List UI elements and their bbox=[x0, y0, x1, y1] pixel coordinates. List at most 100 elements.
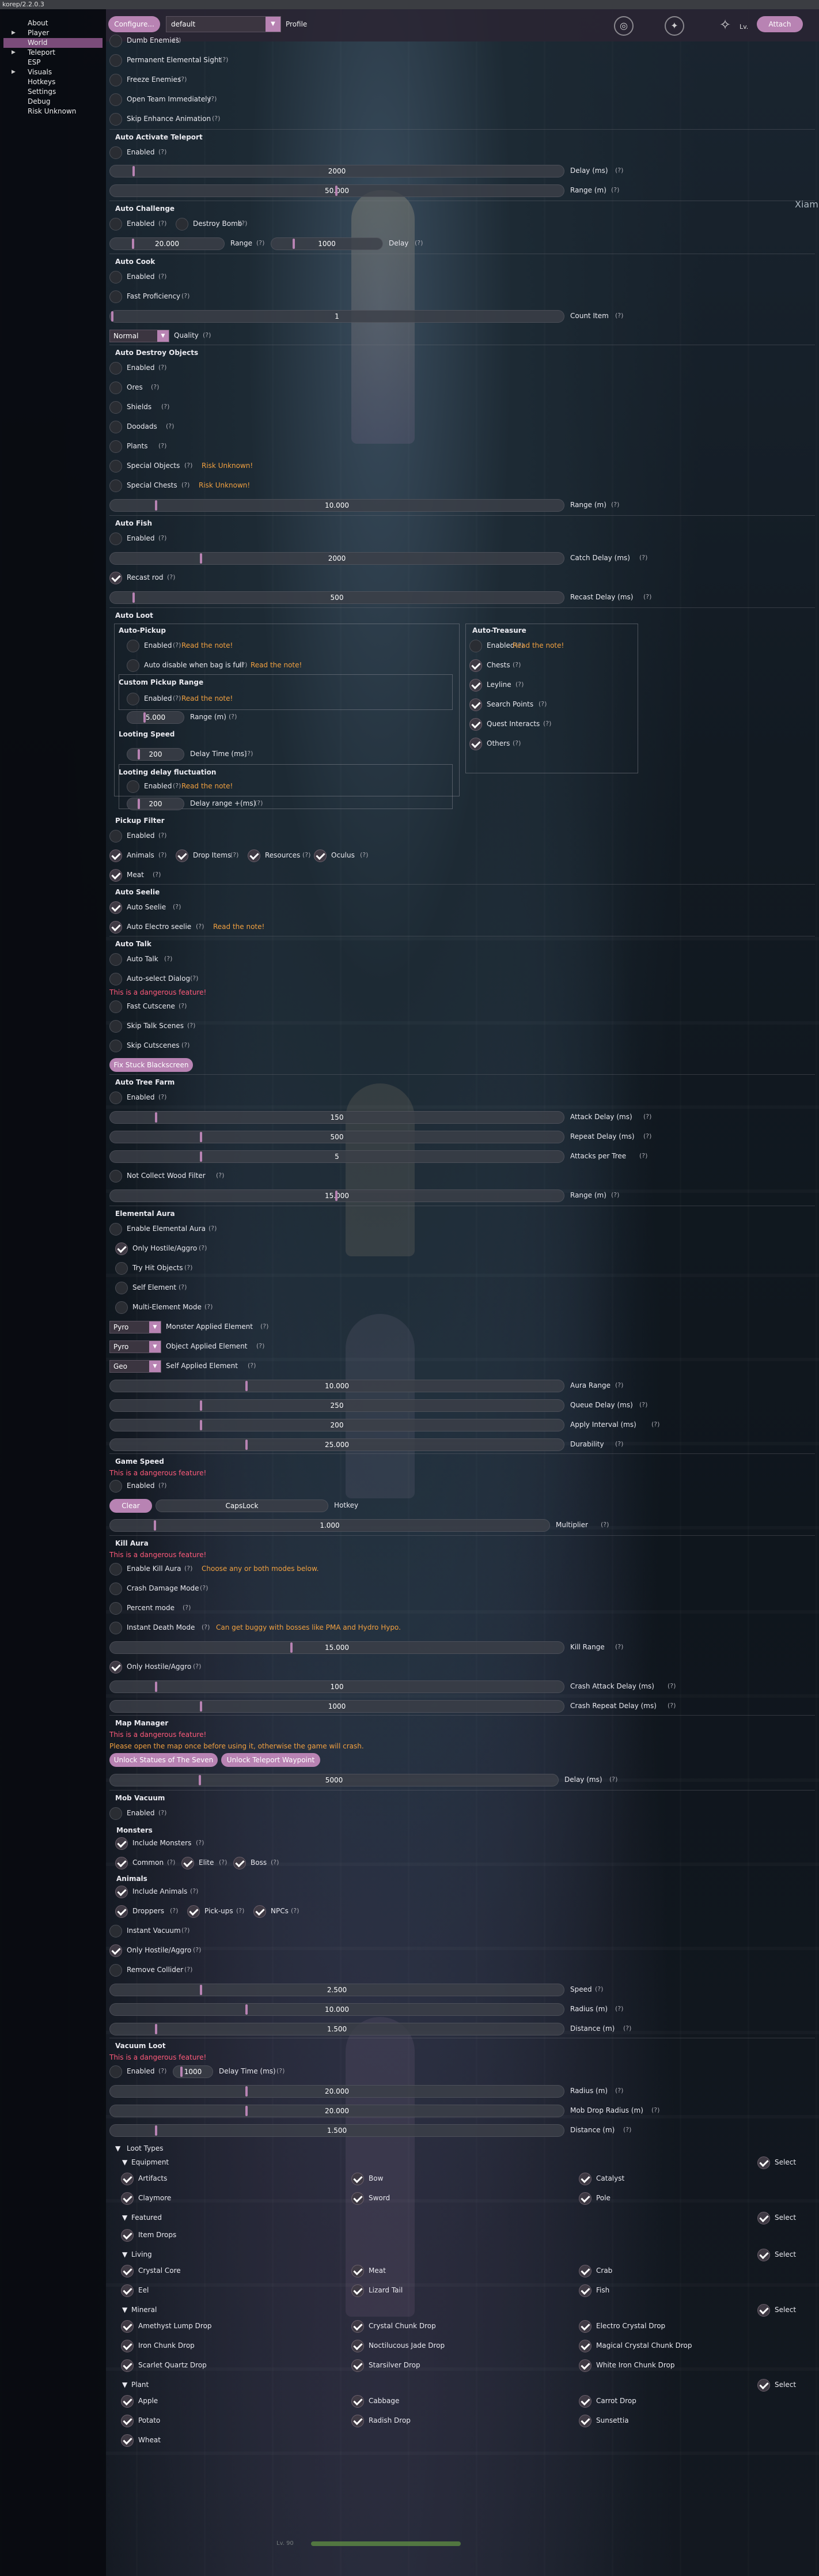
tree-repeat-delay-slider[interactable]: 500 bbox=[109, 1131, 564, 1143]
configure-button[interactable]: Configure... bbox=[108, 16, 160, 32]
help-icon[interactable]: (?) bbox=[543, 720, 551, 727]
slider-thumb[interactable] bbox=[200, 1132, 203, 1142]
sidebar-item-teleport[interactable]: ▶ Teleport bbox=[3, 48, 103, 58]
aura-only-hostile-checkbox[interactable] bbox=[115, 1242, 128, 1255]
help-icon[interactable]: (?) bbox=[164, 955, 172, 962]
slider-thumb[interactable] bbox=[138, 799, 141, 809]
slider-thumb[interactable] bbox=[335, 186, 338, 196]
help-icon[interactable]: (?) bbox=[181, 1927, 189, 1934]
slider-thumb[interactable] bbox=[200, 1151, 203, 1162]
sidebar-item-world[interactable]: World bbox=[3, 38, 103, 48]
help-icon[interactable]: (?) bbox=[639, 1401, 647, 1408]
slider-thumb[interactable] bbox=[245, 2086, 248, 2097]
boss-checkbox[interactable] bbox=[233, 1857, 246, 1869]
vacuum-distance-slider[interactable]: 1.500 bbox=[109, 2023, 564, 2035]
potato-checkbox[interactable] bbox=[121, 2415, 134, 2427]
help-icon[interactable]: (?) bbox=[611, 1191, 619, 1199]
wheat-checkbox[interactable] bbox=[121, 2434, 134, 2447]
slider-thumb[interactable] bbox=[200, 1985, 203, 1995]
help-icon[interactable]: (?) bbox=[203, 331, 211, 339]
slider-thumb[interactable] bbox=[200, 1400, 203, 1411]
fix-blackscreen-button[interactable]: Fix Stuck Blackscreen bbox=[109, 1058, 193, 1072]
help-icon[interactable]: (?) bbox=[167, 573, 175, 581]
include-monsters-checkbox[interactable] bbox=[115, 1837, 128, 1850]
chevron-down-icon[interactable]: ▼ bbox=[122, 2306, 127, 2314]
help-icon[interactable]: (?) bbox=[193, 1946, 201, 1954]
featured-select-checkbox[interactable] bbox=[757, 2212, 770, 2224]
tree-range-slider[interactable]: 15.000 bbox=[109, 1189, 564, 1202]
vacuum-loot-enabled-checkbox[interactable] bbox=[109, 2065, 122, 2078]
slider-thumb[interactable] bbox=[199, 1775, 202, 1785]
slider-thumb[interactable] bbox=[155, 2125, 158, 2136]
others-checkbox[interactable] bbox=[469, 738, 482, 750]
auto-teleport-delay-slider[interactable]: 2000 bbox=[109, 165, 564, 177]
help-icon[interactable]: (?) bbox=[513, 739, 521, 747]
slider-thumb[interactable] bbox=[245, 2106, 248, 2116]
help-icon[interactable]: (?) bbox=[539, 700, 547, 708]
slider-thumb[interactable] bbox=[132, 239, 135, 249]
electro_crystal-checkbox[interactable] bbox=[579, 2320, 592, 2333]
quality-select[interactable]: Normal ▼ bbox=[109, 330, 169, 342]
catch-delay-slider[interactable]: 2000 bbox=[109, 552, 564, 565]
help-icon[interactable]: (?) bbox=[158, 832, 166, 839]
sidebar-item-settings[interactable]: Settings bbox=[3, 87, 103, 97]
auto-cook-count-slider[interactable]: 1 bbox=[109, 310, 564, 323]
help-icon[interactable]: (?) bbox=[212, 115, 220, 122]
aura-durability-slider[interactable]: 25.000 bbox=[109, 1438, 564, 1451]
noctilucous-checkbox[interactable] bbox=[351, 2340, 364, 2352]
help-icon[interactable]: (?) bbox=[202, 1623, 210, 1631]
permanent-elemental-sight-checkbox[interactable] bbox=[109, 54, 122, 67]
crab-checkbox[interactable] bbox=[579, 2265, 592, 2277]
help-icon[interactable]: (?) bbox=[208, 1225, 217, 1232]
slider-thumb[interactable] bbox=[200, 553, 203, 564]
scarlet_quartz-checkbox[interactable] bbox=[121, 2359, 134, 2372]
help-icon[interactable]: (?) bbox=[158, 1482, 166, 1489]
help-icon[interactable]: (?) bbox=[184, 1264, 192, 1271]
mob-drop-radius-slider[interactable]: 20.000 bbox=[109, 2105, 564, 2117]
search-points-checkbox[interactable] bbox=[469, 698, 482, 711]
help-icon[interactable]: (?) bbox=[220, 56, 228, 63]
not-collect-wood-checkbox[interactable] bbox=[109, 1170, 122, 1183]
help-icon[interactable]: (?) bbox=[196, 923, 204, 930]
slider-thumb[interactable] bbox=[290, 1642, 293, 1653]
chevron-down-icon[interactable]: ▼ bbox=[122, 2214, 127, 2222]
help-icon[interactable]: (?) bbox=[239, 220, 247, 227]
help-icon[interactable]: (?) bbox=[151, 383, 159, 391]
chests-checkbox[interactable] bbox=[469, 659, 482, 672]
auto-electro-seelie-checkbox[interactable] bbox=[109, 921, 122, 934]
help-icon[interactable]: (?) bbox=[643, 1132, 651, 1140]
help-icon[interactable]: (?) bbox=[595, 1985, 603, 1993]
help-icon[interactable]: (?) bbox=[153, 871, 161, 878]
common-checkbox[interactable] bbox=[115, 1857, 128, 1869]
catalyst-checkbox[interactable] bbox=[579, 2173, 592, 2185]
slider-thumb[interactable] bbox=[180, 2067, 183, 2077]
help-icon[interactable]: (?) bbox=[158, 148, 166, 156]
vacuum-loot-radius-slider[interactable]: 20.000 bbox=[109, 2085, 564, 2098]
kill-aura-only-hostile-checkbox[interactable] bbox=[109, 1661, 122, 1674]
slider-thumb[interactable] bbox=[245, 2004, 248, 2015]
help-icon[interactable]: (?) bbox=[615, 1643, 623, 1650]
crystal_core-checkbox[interactable] bbox=[121, 2265, 134, 2277]
help-icon[interactable]: (?) bbox=[256, 239, 264, 247]
help-icon[interactable]: (?) bbox=[158, 851, 166, 859]
auto-tree-enabled-checkbox[interactable] bbox=[109, 1091, 122, 1104]
help-icon[interactable]: (?) bbox=[615, 2005, 623, 2012]
help-icon[interactable]: (?) bbox=[173, 903, 181, 911]
help-icon[interactable]: (?) bbox=[181, 481, 189, 489]
dumb-enemies-checkbox[interactable] bbox=[109, 35, 122, 47]
resources-checkbox[interactable] bbox=[248, 849, 260, 862]
clear-hotkey-button[interactable]: Clear bbox=[109, 1499, 152, 1513]
help-icon[interactable]: (?) bbox=[158, 442, 166, 450]
help-icon[interactable]: (?) bbox=[302, 851, 310, 859]
slider-thumb[interactable] bbox=[200, 1701, 203, 1712]
npcs-checkbox[interactable] bbox=[253, 1905, 266, 1918]
starsilver-checkbox[interactable] bbox=[351, 2359, 364, 2372]
help-icon[interactable]: (?) bbox=[179, 1002, 187, 1010]
chevron-down-icon[interactable]: ▼ bbox=[122, 2158, 127, 2166]
help-icon[interactable]: (?) bbox=[623, 2126, 631, 2133]
help-icon[interactable]: (?) bbox=[184, 1966, 192, 1973]
ores-checkbox[interactable] bbox=[109, 382, 122, 394]
instant-vacuum-checkbox[interactable] bbox=[109, 1925, 122, 1937]
pickups-checkbox[interactable] bbox=[187, 1905, 200, 1918]
vacuum-only-hostile-checkbox[interactable] bbox=[109, 1944, 122, 1957]
